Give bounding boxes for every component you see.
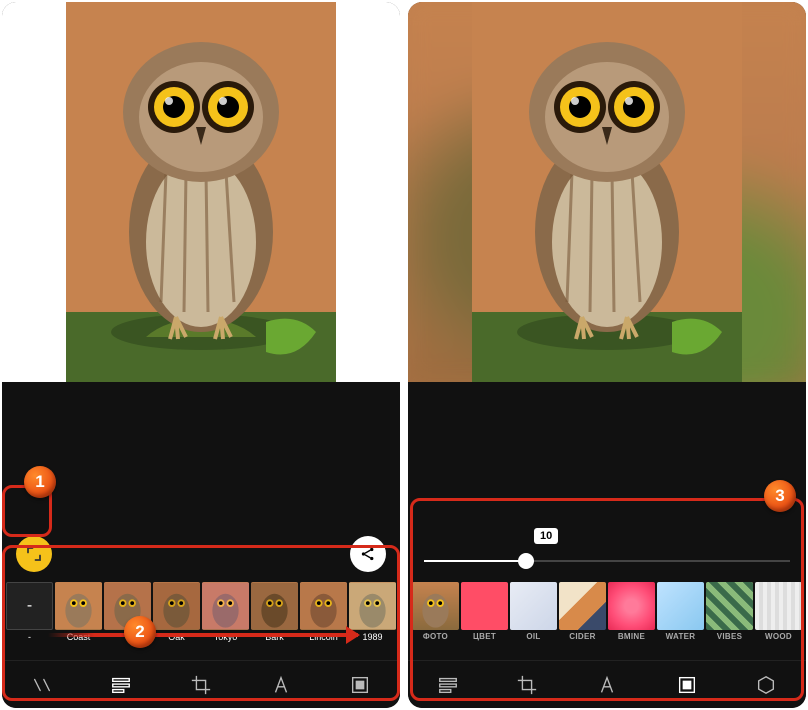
nav-adjust[interactable] <box>22 665 62 705</box>
nav-text[interactable] <box>587 665 627 705</box>
filter-item-coast[interactable]: Coast <box>55 582 102 644</box>
hexagon-icon <box>755 674 777 696</box>
filters-icon <box>110 674 132 696</box>
filter-thumb <box>251 582 298 630</box>
filter-label: Coast <box>67 632 91 642</box>
filter-thumb <box>6 582 53 630</box>
bg-thumb <box>657 582 704 630</box>
sliders-icon <box>31 674 53 696</box>
bg-item-photo[interactable]: ФОТО <box>412 582 459 644</box>
bg-item-water[interactable]: WATER <box>657 582 704 644</box>
filter-thumb <box>349 582 396 630</box>
bg-label: WOOD <box>765 632 792 641</box>
nav-crop[interactable] <box>507 665 547 705</box>
bg-label: ФОТО <box>423 632 448 641</box>
filter-thumb <box>55 582 102 630</box>
blur-slider[interactable] <box>424 560 790 562</box>
bg-item-wood[interactable]: WOOD <box>755 582 802 644</box>
filter-label: Tokyo <box>214 632 238 642</box>
slider-value: 10 <box>534 528 558 544</box>
filter-item-lincoln[interactable]: Lincoln <box>300 582 347 644</box>
filter-label: 1989 <box>362 632 382 642</box>
expand-icon <box>25 545 43 563</box>
filter-label: Lincoln <box>309 632 338 642</box>
bg-label: VIBES <box>717 632 743 641</box>
crop-icon <box>190 674 212 696</box>
bg-item-color[interactable]: ЦВЕТ <box>461 582 508 644</box>
bottom-nav <box>408 660 806 708</box>
filter-item-1989[interactable]: 1989 <box>349 582 396 644</box>
bg-item-oil[interactable]: OIL <box>510 582 557 644</box>
image-canvas[interactable] <box>2 2 400 382</box>
border-icon <box>349 674 371 696</box>
text-icon <box>596 674 618 696</box>
bg-thumb <box>461 582 508 630</box>
bg-label: ЦВЕТ <box>473 632 496 641</box>
border-icon <box>676 674 698 696</box>
filter-label: - <box>28 632 31 642</box>
editor-screen-left: - Coast Oak Tokyo Bark <box>2 2 400 708</box>
filter-thumb <box>153 582 200 630</box>
blur-slider-area: 10 <box>408 528 806 580</box>
nav-filters[interactable] <box>101 665 141 705</box>
text-icon <box>270 674 292 696</box>
bg-item-bmine[interactable]: BMINE <box>608 582 655 644</box>
filter-item-bark[interactable]: Bark <box>251 582 298 644</box>
nav-shape[interactable] <box>746 665 786 705</box>
filter-thumb <box>300 582 347 630</box>
bottom-nav <box>2 660 400 708</box>
nav-text[interactable] <box>261 665 301 705</box>
filter-label: Oak <box>168 632 185 642</box>
background-strip[interactable]: ФОТО ЦВЕТ OIL CIDER BMINE WATER VIBES WO… <box>408 580 806 660</box>
bg-label: BMINE <box>618 632 645 641</box>
bg-item-vibes[interactable]: VIBES <box>706 582 753 644</box>
filters-icon <box>437 674 459 696</box>
nav-filters[interactable] <box>428 665 468 705</box>
filter-label: Bark <box>265 632 284 642</box>
image-canvas-blur[interactable] <box>408 2 806 382</box>
bg-thumb <box>412 582 459 630</box>
nav-border[interactable] <box>340 665 380 705</box>
slider-knob[interactable] <box>518 553 534 569</box>
slider-fill <box>424 560 526 562</box>
crop-icon <box>516 674 538 696</box>
bg-thumb <box>608 582 655 630</box>
bg-thumb <box>755 582 802 630</box>
nav-border[interactable] <box>667 665 707 705</box>
owl-photo <box>66 2 336 382</box>
bg-thumb <box>706 582 753 630</box>
bg-label: OIL <box>526 632 540 641</box>
bg-thumb <box>559 582 606 630</box>
filter-item[interactable] <box>104 582 151 644</box>
filter-item-none[interactable]: - <box>6 582 53 644</box>
owl-photo <box>472 2 742 382</box>
filter-thumb <box>104 582 151 630</box>
filter-strip[interactable]: - Coast Oak Tokyo Bark <box>2 580 400 660</box>
nav-crop[interactable] <box>181 665 221 705</box>
bg-label: WATER <box>666 632 696 641</box>
editor-screen-right: 10 ФОТО ЦВЕТ OIL CIDER BMINE WATER VIBES… <box>408 2 806 708</box>
aspect-ratio-button[interactable] <box>16 536 52 572</box>
share-icon <box>359 545 377 563</box>
filter-thumb <box>202 582 249 630</box>
bg-item-cider[interactable]: CIDER <box>559 582 606 644</box>
filter-item-tokyo[interactable]: Tokyo <box>202 582 249 644</box>
share-button[interactable] <box>350 536 386 572</box>
bg-thumb <box>510 582 557 630</box>
bg-label: CIDER <box>569 632 595 641</box>
filter-item-oak[interactable]: Oak <box>153 582 200 644</box>
